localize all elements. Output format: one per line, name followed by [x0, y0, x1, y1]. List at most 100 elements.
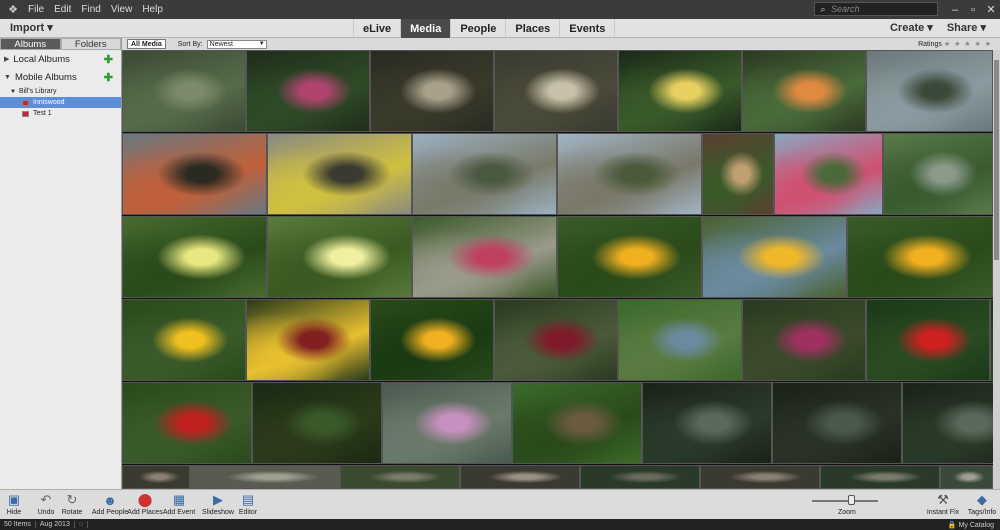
photo-thumbnail[interactable] — [246, 50, 370, 132]
menu-find[interactable]: Find — [81, 4, 100, 15]
album-item-inniswood[interactable]: Inniswood — [0, 97, 121, 108]
photo-thumbnail[interactable] — [847, 216, 993, 298]
photo-thumbnail[interactable] — [866, 299, 990, 381]
photo-thumbnail[interactable] — [940, 465, 993, 489]
photo-thumbnail[interactable] — [122, 382, 252, 464]
menu-edit[interactable]: Edit — [54, 4, 71, 15]
photo-thumbnail[interactable] — [370, 50, 494, 132]
photo-thumbnail[interactable] — [512, 382, 642, 464]
status-date: Aug 2013 — [36, 521, 75, 528]
expand-arrow-icon[interactable]: ▶ — [4, 55, 9, 63]
hide-label: Hide — [6, 509, 22, 516]
search-input[interactable]: ⌕ Search — [814, 2, 938, 16]
local-albums-label: Local Albums — [13, 53, 70, 65]
photo-thumbnail[interactable] — [412, 133, 557, 215]
menu-file[interactable]: File — [28, 4, 44, 15]
photo-thumbnail[interactable] — [460, 465, 580, 489]
photo-thumbnail[interactable] — [700, 465, 820, 489]
library-item[interactable]: ▼ Bill's Library — [0, 86, 121, 97]
photo-thumbnail[interactable] — [267, 216, 412, 298]
scrollbar-thumb[interactable] — [994, 60, 999, 260]
add-event-button[interactable]: ▦ Add Event — [157, 492, 201, 516]
local-albums-section[interactable]: ▶ Local Albums ✚ — [0, 50, 121, 68]
photo-thumbnail[interactable] — [580, 465, 700, 489]
catalog-name[interactable]: 🔒 My Catalog — [948, 521, 994, 529]
minimize-icon[interactable]: – — [946, 0, 964, 19]
photo-thumbnail[interactable] — [382, 382, 512, 464]
photo-thumbnail[interactable] — [252, 382, 382, 464]
photo-thumbnail[interactable] — [642, 382, 772, 464]
tag-icon: ◆ — [977, 492, 987, 507]
chevron-down-icon: ▾ — [980, 22, 986, 34]
tab-folders[interactable]: Folders — [60, 38, 121, 50]
chevron-down-icon: ▾ — [47, 22, 53, 34]
photo-thumbnail[interactable] — [702, 133, 774, 215]
play-icon: ▶ — [213, 492, 223, 507]
photo-thumbnail[interactable] — [494, 299, 618, 381]
tab-media[interactable]: Media — [400, 19, 451, 38]
zoom-slider[interactable] — [812, 500, 878, 502]
ratings-label: Ratings — [918, 40, 942, 48]
album-icon — [22, 110, 29, 117]
close-icon[interactable]: ✕ — [982, 0, 1000, 19]
sort-select[interactable]: Newest ▼ — [206, 39, 267, 49]
photo-thumbnail[interactable] — [412, 216, 557, 298]
top-bar: Import ▾ eLive Media People Places Event… — [0, 19, 1000, 38]
mobile-albums-section[interactable]: ▼ Mobile Albums ✚ — [0, 68, 121, 86]
photo-thumbnail[interactable] — [122, 299, 246, 381]
zoom-slider-handle[interactable] — [848, 495, 855, 505]
photo-thumbnail[interactable] — [902, 382, 993, 464]
instant-fix-button[interactable]: ⚒ Instant Fix — [921, 492, 965, 516]
photo-thumbnail[interactable] — [494, 50, 618, 132]
photo-thumbnail[interactable] — [772, 382, 902, 464]
menu-view[interactable]: View — [111, 4, 133, 15]
import-button[interactable]: Import ▾ — [10, 21, 53, 34]
photo-thumbnail[interactable] — [246, 299, 370, 381]
tab-events[interactable]: Events — [559, 19, 616, 38]
tags-info-button[interactable]: ◆ Tags/Info — [960, 492, 1000, 516]
tab-albums[interactable]: Albums — [0, 38, 61, 50]
photo-thumbnail[interactable] — [190, 465, 340, 489]
photo-thumbnail[interactable] — [742, 299, 866, 381]
grid-scrollbar[interactable] — [993, 50, 1000, 489]
photo-thumbnail[interactable] — [267, 133, 412, 215]
create-button[interactable]: Create ▾ — [890, 21, 933, 34]
photo-thumbnail[interactable] — [702, 216, 847, 298]
tab-places[interactable]: Places — [505, 19, 559, 38]
menu-help[interactable]: Help — [142, 4, 163, 15]
photo-thumbnail[interactable] — [618, 50, 742, 132]
photo-thumbnail[interactable] — [557, 216, 702, 298]
photo-thumbnail[interactable] — [122, 133, 267, 215]
share-button[interactable]: Share ▾ — [947, 21, 986, 34]
photo-thumbnail[interactable] — [820, 465, 940, 489]
photo-thumbnail[interactable] — [340, 465, 460, 489]
tab-elive[interactable]: eLive — [353, 19, 400, 38]
bottom-toolbar: ▣ Hide ↶ Undo ↻ Rotate ☻ Add People ⬤ Ad… — [0, 489, 1000, 519]
photo-thumbnail[interactable] — [122, 465, 190, 489]
chevron-down-icon: ▾ — [927, 22, 933, 34]
photo-thumbnail[interactable] — [866, 50, 993, 132]
tab-people[interactable]: People — [450, 19, 505, 38]
photo-thumbnail[interactable] — [122, 216, 267, 298]
photo-thumbnail[interactable] — [370, 299, 494, 381]
add-local-album-icon[interactable]: ✚ — [104, 53, 113, 66]
maximize-icon[interactable]: ▫ — [964, 0, 982, 19]
ratings-filter: Ratings ★ ★ ★ ★ ★ — [918, 40, 992, 49]
photo-thumbnail[interactable] — [774, 133, 883, 215]
add-mobile-album-icon[interactable]: ✚ — [104, 71, 113, 84]
app-logo-icon: ❖ — [8, 4, 18, 16]
photo-thumbnail[interactable] — [557, 133, 702, 215]
collapse-arrow-icon[interactable]: ▼ — [10, 89, 16, 95]
photo-thumbnail[interactable] — [122, 50, 246, 132]
zoom-control: Zoom — [812, 493, 882, 519]
editor-button[interactable]: ▤ Editor — [226, 492, 270, 516]
album-item-test-1[interactable]: Test 1 — [0, 108, 121, 119]
all-media-button[interactable]: All Media — [127, 39, 166, 49]
star-rating-filter[interactable]: ★ ★ ★ ★ ★ — [944, 40, 992, 48]
photo-thumbnail[interactable] — [618, 299, 742, 381]
status-bar: 50 Items Aug 2013 ◌ 🔒 My Catalog — [0, 519, 1000, 530]
collapse-arrow-icon[interactable]: ▼ — [4, 74, 11, 81]
sort-value: Newest — [209, 40, 233, 48]
photo-thumbnail[interactable] — [742, 50, 866, 132]
photo-thumbnail[interactable] — [883, 133, 993, 215]
